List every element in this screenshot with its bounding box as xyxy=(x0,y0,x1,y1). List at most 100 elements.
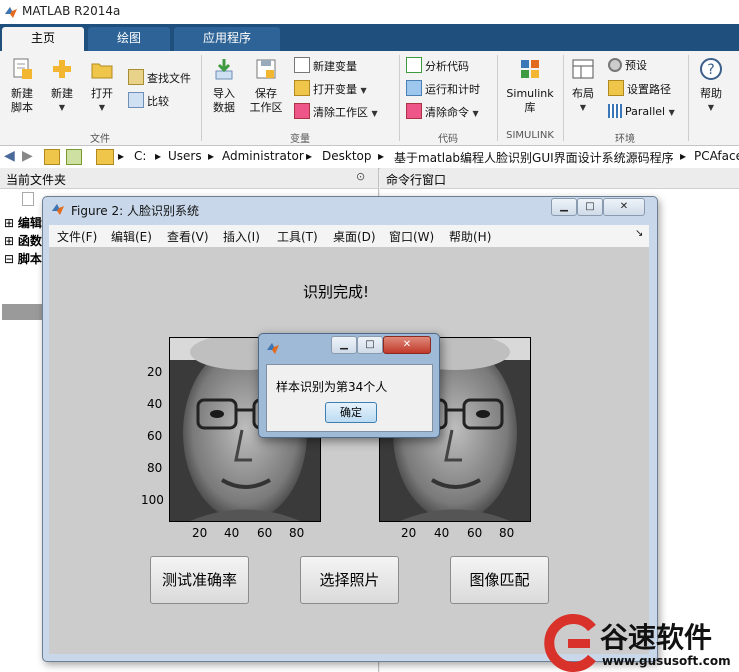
new-dropdown-icon: ▼ xyxy=(58,103,66,112)
selected-file-row[interactable] xyxy=(2,304,42,320)
tab-home[interactable]: 主页 xyxy=(2,27,84,51)
command-window-title: 命令行窗口 xyxy=(386,173,447,187)
clear-workspace-icon xyxy=(294,103,310,119)
set-path-icon xyxy=(608,80,624,96)
section-code: 代码 xyxy=(438,134,458,145)
open-variable-button[interactable]: 打开变量 ▼ xyxy=(294,80,367,98)
result-dialog: ▁ □ ✕ 样本识别为第34个人 确定 xyxy=(258,333,440,438)
section-variable: 变量 xyxy=(290,134,310,145)
preferences-button[interactable]: 预设 xyxy=(608,57,647,75)
path-segment[interactable]: PCAface xyxy=(694,149,739,163)
new-script-icon xyxy=(13,58,32,79)
run-and-time-button[interactable]: 运行和计时 xyxy=(406,80,480,98)
dialog-maximize-button[interactable]: □ xyxy=(357,336,383,354)
x-tick-label: 60 xyxy=(257,526,273,540)
ok-button[interactable]: 确定 xyxy=(325,402,377,423)
matlab-logo-icon xyxy=(267,343,279,354)
new-variable-button[interactable]: 新建变量 xyxy=(294,57,357,75)
back-arrow-icon[interactable]: ◀ xyxy=(4,148,15,164)
pane-menu-icon[interactable]: ⊙ xyxy=(356,170,365,183)
image-match-button[interactable]: 图像匹配 xyxy=(450,556,549,604)
simulink-icon xyxy=(521,60,539,78)
import-data-button[interactable]: 导入 数据 xyxy=(206,57,242,115)
menu-edit[interactable]: 编辑(E) xyxy=(111,228,152,245)
dialog-minimize-button[interactable]: ▁ xyxy=(331,336,357,354)
svg-text:?: ? xyxy=(707,62,714,78)
path-separator: ▸ xyxy=(378,149,385,163)
menu-tools[interactable]: 工具(T) xyxy=(277,228,318,245)
section-environment: 环境 xyxy=(615,134,635,145)
tree-item-functions[interactable]: ⊞ 函数 xyxy=(4,232,42,249)
path-segment[interactable]: Administrator xyxy=(222,149,304,163)
menu-view[interactable]: 查看(V) xyxy=(167,228,209,245)
new-script-label: 新建 脚本 xyxy=(11,87,33,114)
clear-commands-button[interactable]: 清除命令 ▼ xyxy=(406,103,479,121)
toolstrip-tabs: 主页 绘图 应用程序 xyxy=(0,24,739,51)
clear-workspace-button[interactable]: 清除工作区 ▼ xyxy=(294,103,378,121)
simulink-library-button[interactable]: Simulink 库 xyxy=(502,57,558,115)
compare-button[interactable]: 比较 xyxy=(128,92,169,110)
import-icon xyxy=(215,59,233,80)
clear-commands-dropdown-icon: ▼ xyxy=(472,109,479,118)
forward-arrow-icon[interactable]: ▶ xyxy=(22,148,33,164)
minimize-button[interactable]: ▁ xyxy=(551,198,577,216)
x-tick-label: 40 xyxy=(224,526,240,540)
ribbon-separator xyxy=(201,55,202,141)
status-text: 识别完成! xyxy=(303,283,370,301)
path-segment[interactable]: Users xyxy=(168,149,202,163)
compare-icon xyxy=(128,92,144,108)
parallel-icon xyxy=(608,104,622,118)
new-button[interactable]: 新建 ▼ xyxy=(44,57,80,115)
menu-help[interactable]: 帮助(H) xyxy=(449,228,491,245)
x-tick-label: 60 xyxy=(467,526,483,540)
menu-insert[interactable]: 插入(I) xyxy=(223,228,260,245)
save-icon xyxy=(256,59,276,79)
run-and-time-icon xyxy=(406,80,422,96)
analyze-code-button[interactable]: 分析代码 xyxy=(406,57,469,75)
parallel-button[interactable]: Parallel ▼ xyxy=(608,103,675,121)
new-script-button[interactable]: 新建 脚本 xyxy=(4,57,40,115)
y-tick-label: 40 xyxy=(147,397,163,411)
path-separator: ▸ xyxy=(680,149,687,163)
path-segment[interactable]: C: xyxy=(134,149,146,163)
brand-url: www.gususoft.com xyxy=(602,654,731,668)
y-tick-label: 80 xyxy=(147,461,163,475)
menu-desktop[interactable]: 桌面(D) xyxy=(333,228,376,245)
set-path-button[interactable]: 设置路径 xyxy=(608,80,671,98)
current-folder-header: 当前文件夹 ⊙ xyxy=(0,168,378,189)
dialog-close-button[interactable]: ✕ xyxy=(383,336,431,354)
new-label: 新建 xyxy=(51,87,73,100)
simulink-library-label: Simulink 库 xyxy=(506,87,554,114)
section-file: 文件 xyxy=(90,134,110,145)
figure-title: Figure 2: 人脸识别系统 xyxy=(71,204,199,218)
close-button[interactable]: ✕ xyxy=(603,198,645,216)
clear-commands-icon xyxy=(406,103,422,119)
save-workspace-button[interactable]: 保存 工作区 xyxy=(246,57,286,115)
maximize-button[interactable]: □ xyxy=(577,198,603,216)
open-button[interactable]: 打开 ▼ xyxy=(86,57,118,115)
dock-arrow-icon[interactable]: ↘ xyxy=(635,228,643,239)
help-button[interactable]: ? 帮助 ▼ xyxy=(694,57,728,115)
x-tick-label: 80 xyxy=(289,526,305,540)
x-tick-label: 80 xyxy=(499,526,515,540)
path-segment[interactable]: 基于matlab编程人脸识别GUI界面设计系统源码程序 xyxy=(394,149,674,166)
menu-window[interactable]: 窗口(W) xyxy=(389,228,434,245)
up-folder-icon[interactable] xyxy=(44,149,60,165)
menu-file[interactable]: 文件(F) xyxy=(57,228,97,245)
tree-item-edit[interactable]: ⊞ 编辑 xyxy=(4,214,42,231)
select-photo-button[interactable]: 选择照片 xyxy=(300,556,399,604)
browse-folder-icon[interactable] xyxy=(66,149,82,165)
layout-button[interactable]: 布局 ▼ xyxy=(568,57,598,115)
test-accuracy-button[interactable]: 测试准确率 xyxy=(150,556,249,604)
ribbon-separator xyxy=(563,55,564,141)
y-tick-label: 20 xyxy=(147,365,163,379)
tab-apps[interactable]: 应用程序 xyxy=(174,27,280,51)
path-separator: ▸ xyxy=(306,149,313,163)
find-files-button[interactable]: 查找文件 xyxy=(128,69,191,87)
tab-plots[interactable]: 绘图 xyxy=(88,27,170,51)
tree-item-scripts[interactable]: ⊟ 脚本 xyxy=(4,250,42,267)
path-separator: ▸ xyxy=(208,149,215,163)
brand-logo-icon xyxy=(544,614,596,672)
layout-icon xyxy=(572,59,594,79)
path-segment[interactable]: Desktop xyxy=(322,149,372,163)
